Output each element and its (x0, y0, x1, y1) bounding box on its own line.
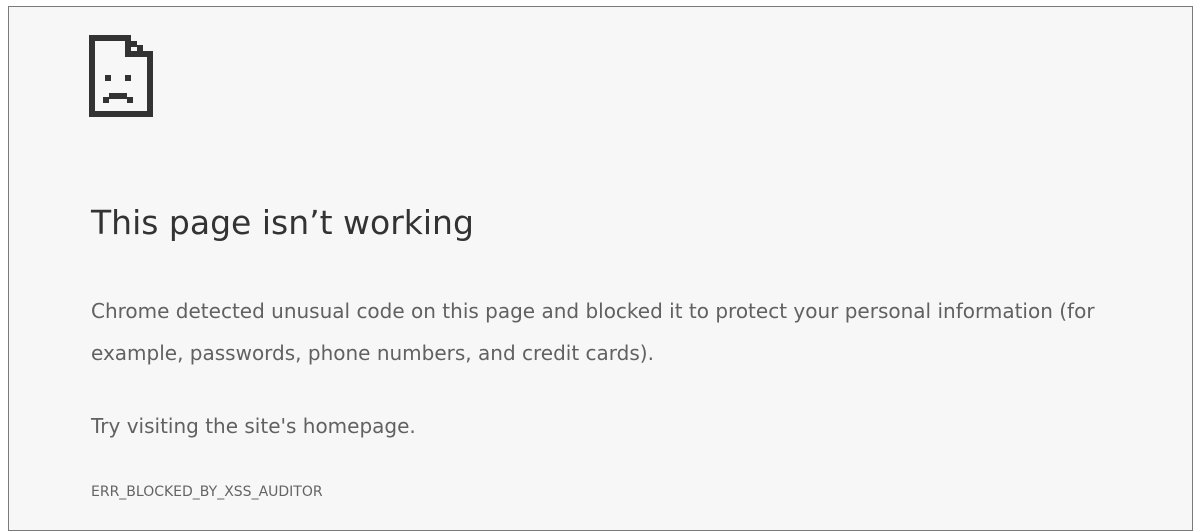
suggestion-text: Try visiting the site's homepage. (91, 414, 416, 438)
page-title: This page isn’t working (91, 203, 474, 242)
error-message: Chrome detected unusual code on this pag… (91, 299, 1095, 365)
error-page: This page isn’t working Chrome detected … (8, 6, 1193, 531)
error-code[interactable]: ERR_BLOCKED_BY_XSS_AUDITOR (91, 480, 323, 504)
sad-page-icon (85, 31, 157, 121)
